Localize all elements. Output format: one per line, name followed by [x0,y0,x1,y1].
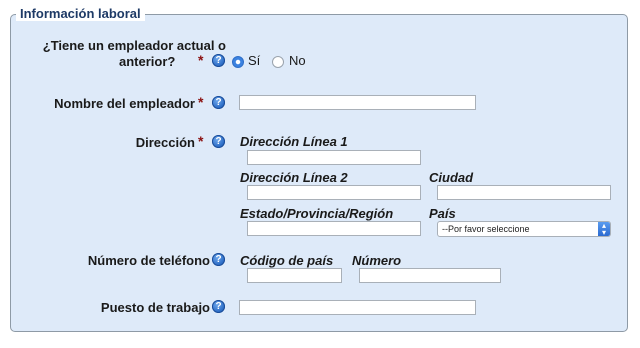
address-label: Dirección [135,135,195,150]
help-icon[interactable]: ? [212,54,225,67]
job-title-label: Puesto de trabajo [100,300,210,315]
job-title-input[interactable] [239,300,476,315]
state-label: Estado/Provincia/Región [240,206,394,221]
help-icon[interactable]: ? [212,135,225,148]
country-select[interactable]: --Por favor seleccione ▴ ▾ [437,221,611,237]
radio-yes-label: Sí [248,53,261,68]
required-mark: * [198,94,204,110]
required-mark: * [198,133,204,149]
state-input[interactable] [247,221,421,236]
employer-question-label-2: anterior? [119,54,176,69]
radio-no-label: No [289,53,306,68]
required-mark: * [198,52,204,68]
help-icon[interactable]: ? [212,300,225,313]
section-legend: Información laboral [16,6,145,21]
address-line2-input[interactable] [247,185,421,200]
employer-name-input[interactable] [239,95,476,110]
city-input[interactable] [437,185,611,200]
help-icon[interactable]: ? [212,253,225,266]
address-line1-label: Dirección Línea 1 [240,134,348,149]
country-code-label: Código de país [240,253,334,268]
address-line2-label: Dirección Línea 2 [240,170,348,185]
help-icon[interactable]: ? [212,96,225,109]
phone-label: Número de teléfono [87,253,210,268]
city-label: Ciudad [429,170,474,185]
country-label: País [429,206,456,221]
country-select-value: --Por favor seleccione [442,224,530,234]
phone-number-input[interactable] [359,268,501,283]
chevron-up-down-icon: ▴ ▾ [598,222,610,236]
address-line1-input[interactable] [247,150,421,165]
employer-name-label: Nombre del empleador [54,96,195,111]
phone-number-label: Número [352,253,402,268]
country-code-input[interactable] [247,268,342,283]
radio-no[interactable] [272,56,284,68]
radio-yes[interactable] [232,56,244,68]
